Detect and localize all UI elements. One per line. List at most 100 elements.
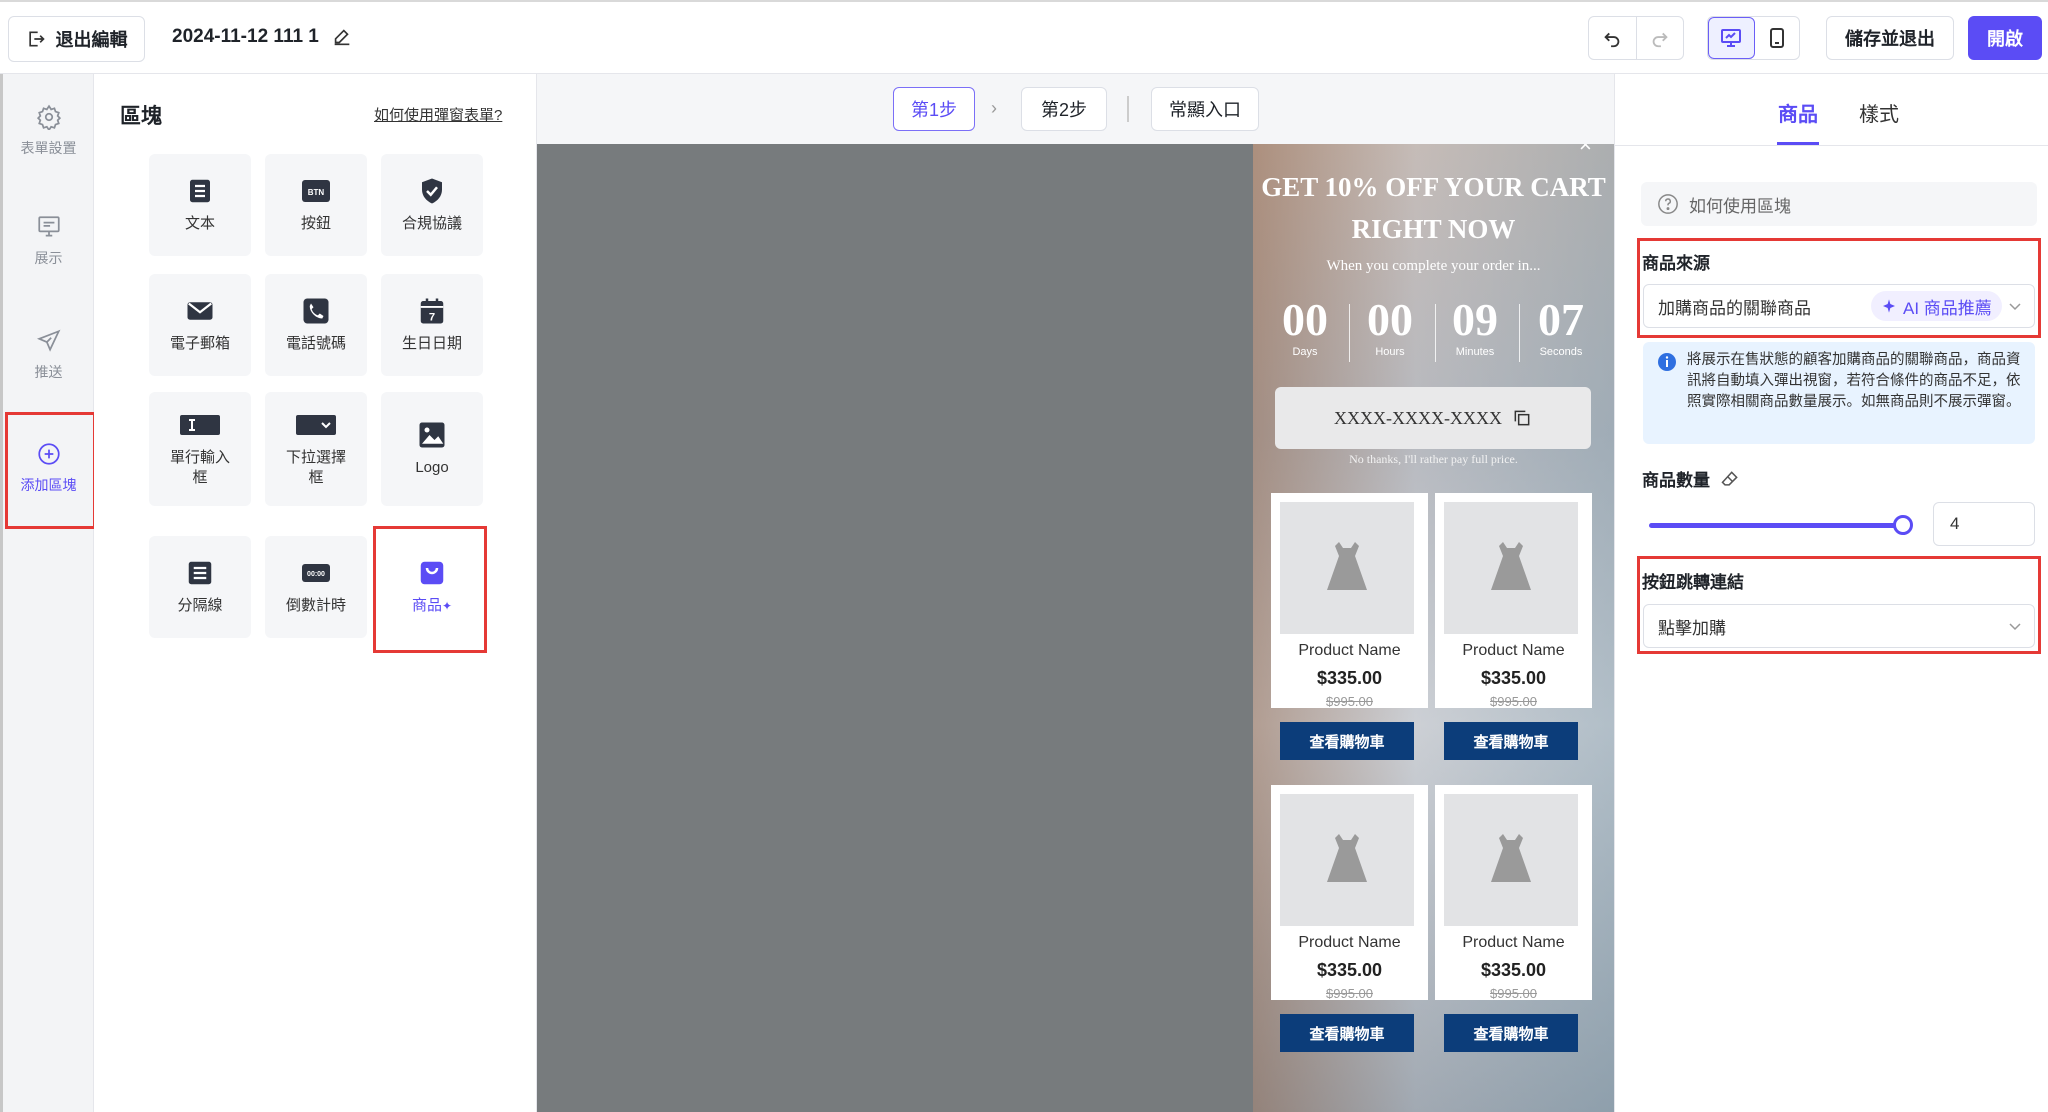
block-tile-countdown[interactable]: 00:00 倒數計時 (265, 536, 367, 638)
annotation-highlight-source (1637, 238, 2041, 338)
countdown-value: 00 (1367, 294, 1413, 345)
product-image (1280, 794, 1414, 926)
help-label: 如何使用區塊 (1689, 196, 1791, 216)
product-name: Product Name (1462, 642, 1565, 659)
undo-button[interactable] (1589, 17, 1637, 59)
block-tile-divider[interactable]: 分隔線 (149, 536, 251, 638)
dress-icon (1327, 834, 1367, 882)
tab-style[interactable]: 樣式 (1859, 98, 1899, 127)
rail-item-label: 推送 (34, 364, 63, 380)
persistent-entry-button[interactable]: 常顯入口 (1151, 87, 1259, 131)
copy-icon[interactable] (1512, 408, 1532, 428)
block-tile-dropdown[interactable]: 下拉選擇框 (265, 392, 367, 506)
open-button[interactable]: 開啟 (1968, 16, 2042, 60)
email-icon (187, 302, 213, 320)
exit-icon (28, 31, 45, 47)
block-tile-button[interactable]: BTN 按鈕 (265, 154, 367, 256)
edit-pencil-icon[interactable] (331, 26, 353, 48)
quantity-slider-thumb[interactable] (1893, 515, 1913, 535)
dress-icon (1491, 542, 1531, 590)
canvas-step-bar: 第1步 › 第2步 常顯入口 (537, 74, 1614, 144)
block-tile-phone[interactable]: 電話號碼 (265, 274, 367, 376)
coupon-code-box[interactable]: XXXX-XXXX-XXXX (1275, 387, 1591, 449)
send-icon (36, 329, 60, 352)
help-circle-icon (1658, 194, 1678, 214)
block-tile-label: 按鈕 (300, 214, 331, 232)
text-doc-icon (190, 179, 210, 203)
view-cart-button[interactable]: 查看購物車 (1280, 722, 1414, 760)
dress-icon (1327, 542, 1367, 590)
product-price: $335.00 (1316, 668, 1383, 688)
annotation-highlight-link (1637, 556, 2041, 654)
mobile-view-button[interactable] (1755, 17, 1800, 59)
product-image (1280, 502, 1414, 634)
coupon-code-text: XXXX-XXXX-XXXX (1334, 407, 1502, 428)
phone-icon (303, 298, 329, 324)
exit-edit-button[interactable]: 退出編輯 (8, 16, 145, 62)
product-price: $335.00 (1480, 668, 1547, 688)
product-card[interactable]: Product Name $335.00 $995.00 查看購物車 (1435, 785, 1592, 1052)
popup-close-icon[interactable]: × (1579, 144, 1592, 158)
step-1-button[interactable]: 第1步 (893, 87, 975, 131)
view-cart-button[interactable]: 查看購物車 (1444, 1014, 1578, 1052)
quantity-input[interactable]: 4 (1933, 502, 2035, 546)
countdown-value: 09 (1452, 294, 1498, 345)
countdown-value: 00 (1282, 294, 1328, 345)
product-name: Product Name (1298, 934, 1401, 951)
block-tile-text-input[interactable]: 單行輸入框 (149, 392, 251, 506)
annotation-highlight-add-block (5, 412, 96, 529)
product-card[interactable]: Product Name $335.00 $995.00 查看購物車 (1271, 493, 1428, 760)
quantity-row: 商品數量 (1642, 466, 1740, 491)
top-bar: 退出編輯 2024-11-12 111 1 儲存並退出 開啟 (0, 0, 2048, 74)
tab-product[interactable]: 商品 (1778, 98, 1818, 127)
block-tile-birthday[interactable]: 7 生日日期 (381, 274, 483, 376)
mobile-icon (1769, 28, 1784, 48)
svg-text:BTN: BTN (308, 188, 325, 197)
rail-item-display[interactable]: 展示 (3, 214, 94, 268)
block-tile-email[interactable]: 電子郵箱 (149, 274, 251, 376)
undo-redo-group (1588, 16, 1684, 60)
desktop-view-button[interactable] (1708, 17, 1755, 59)
block-tile-label: 單行輸入框 (169, 448, 230, 486)
popup-preview[interactable]: × GET 10% OFF YOUR CART RIGHT NOW When y… (1253, 144, 1614, 1112)
calendar-icon: 7 (420, 298, 444, 324)
info-notice: 將展示在售狀態的顧客加購商品的關聯商品，商品資訊將自動填入彈出視窗，若符合條件的… (1643, 342, 2035, 444)
product-image (1444, 502, 1578, 634)
step-divider (1127, 96, 1129, 122)
countdown-minutes: 09 Minutes (1435, 294, 1515, 359)
rail-item-push[interactable]: 推送 (3, 328, 94, 382)
redo-button[interactable] (1637, 17, 1684, 59)
eraser-icon[interactable] (1720, 469, 1740, 489)
save-and-exit-button[interactable]: 儲存並退出 (1826, 16, 1954, 60)
undo-icon (1604, 32, 1620, 48)
annotation-highlight-product-tile (373, 526, 487, 653)
exit-edit-label: 退出編輯 (55, 30, 128, 50)
popup-title: GET 10% OFF YOUR CART RIGHT NOW (1253, 166, 1614, 250)
step-2-button[interactable]: 第2步 (1021, 87, 1107, 131)
view-cart-button[interactable]: 查看購物車 (1280, 1014, 1414, 1052)
product-card[interactable]: Product Name $335.00 $995.00 查看購物車 (1271, 785, 1428, 1052)
block-tile-logo[interactable]: Logo (381, 392, 483, 506)
blocks-help-link[interactable]: 如何使用彈窗表單? (374, 104, 502, 125)
countdown-value: 07 (1538, 294, 1584, 345)
quantity-slider-track[interactable] (1649, 523, 1901, 528)
svg-text:7: 7 (429, 311, 435, 323)
svg-text:00:00: 00:00 (307, 571, 325, 578)
no-thanks-link[interactable]: No thanks, I'll rather pay full price. (1253, 452, 1614, 467)
product-image (1444, 794, 1578, 926)
rail-item-form-settings[interactable]: 表單設置 (3, 104, 94, 158)
how-to-use-block-link[interactable]: 如何使用區塊 (1641, 182, 2037, 226)
block-tile-text[interactable]: 文本 (149, 154, 251, 256)
rail-item-label: 表單設置 (20, 140, 77, 156)
button-icon: BTN (302, 179, 330, 202)
product-price: $335.00 (1480, 960, 1547, 980)
dropdown-icon (296, 414, 336, 435)
rail-item-label: 展示 (34, 250, 63, 266)
view-cart-button[interactable]: 查看購物車 (1444, 722, 1578, 760)
info-icon (1658, 353, 1676, 371)
left-rail: 表單設置 展示 推送 添加區塊 (0, 74, 94, 1112)
product-card[interactable]: Product Name $335.00 $995.00 查看購物車 (1435, 493, 1592, 760)
countdown-days: 00 Days (1265, 294, 1345, 359)
block-tile-compliance[interactable]: 合規協議 (381, 154, 483, 256)
product-original-price: $995.00 (1326, 694, 1373, 709)
